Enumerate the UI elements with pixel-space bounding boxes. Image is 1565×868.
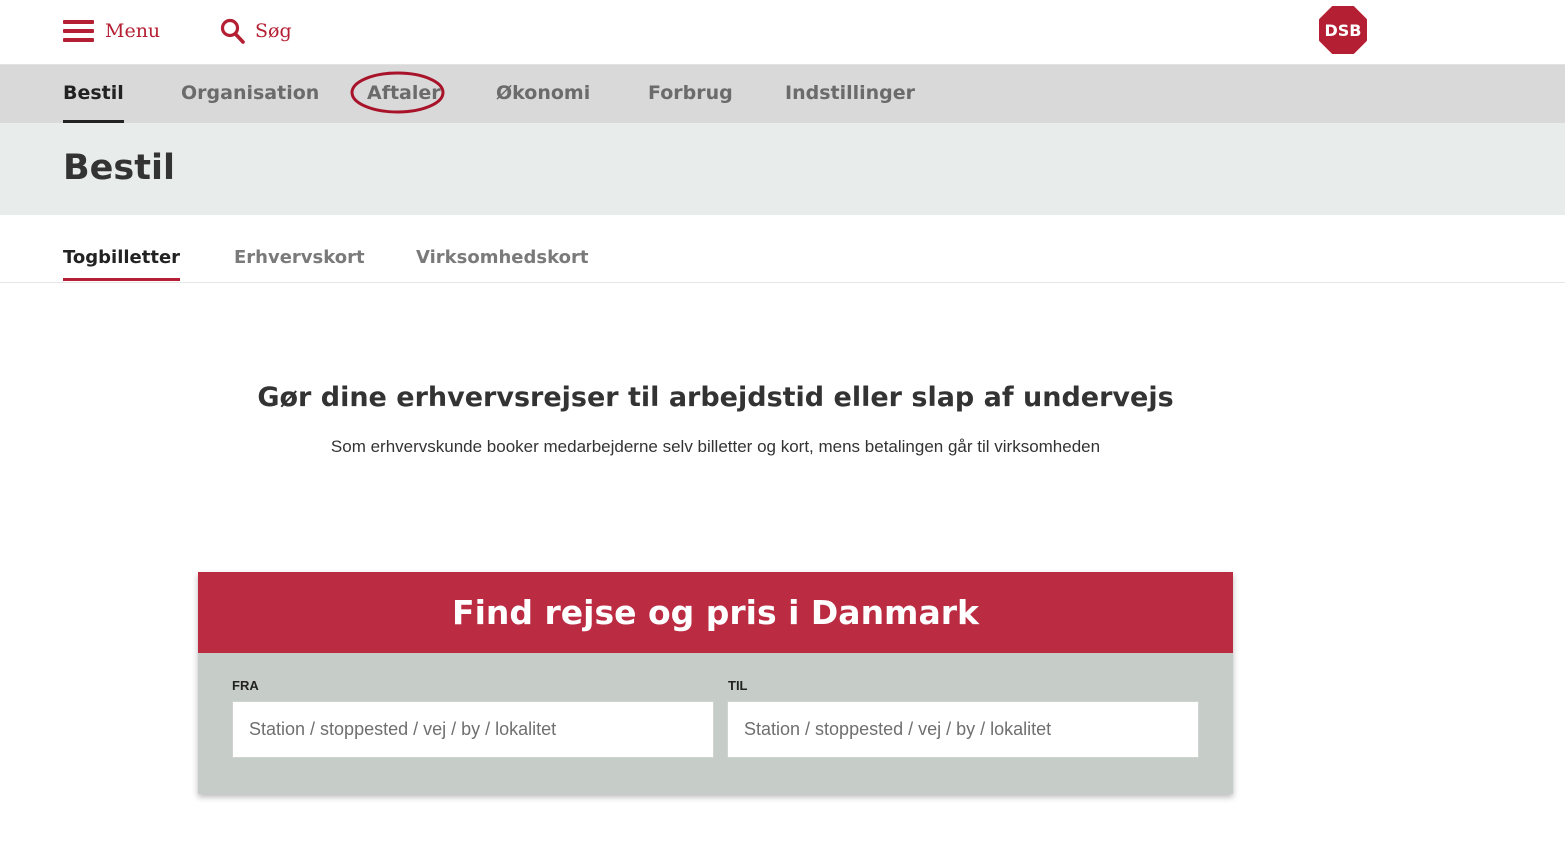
journey-search-form: FRA TIL (198, 653, 1233, 794)
nav-item-organisation[interactable]: Organisation (181, 65, 319, 123)
search-label: Søg (255, 20, 292, 42)
journey-search-header: Find rejse og pris i Danmark (198, 572, 1233, 653)
page-title: Bestil (63, 148, 175, 188)
from-input[interactable] (232, 701, 714, 758)
intro-heading: Gør dine erhvervsrejser til arbejdstid e… (257, 382, 1174, 413)
nav-item-aftaler[interactable]: Aftaler (367, 65, 441, 123)
search-icon (220, 18, 245, 44)
nav-item-forbrug[interactable]: Forbrug (648, 65, 733, 123)
search-button[interactable]: Søg (220, 16, 292, 46)
journey-search-title: Find rejse og pris i Danmark (452, 593, 979, 632)
dsb-logo[interactable]: DSB (1318, 5, 1368, 55)
top-bar: Menu Søg DSB (0, 0, 1565, 65)
main-nav: Bestil Organisation Aftaler Økonomi Forb… (0, 65, 1565, 123)
tab-erhvervskort[interactable]: Erhvervskort (234, 215, 365, 281)
to-input[interactable] (727, 701, 1199, 758)
page-header: Bestil (0, 123, 1565, 215)
nav-item-okonomi[interactable]: Økonomi (496, 65, 590, 123)
hamburger-icon (63, 20, 94, 42)
logo-text: DSB (1325, 21, 1362, 40)
intro-text: Som erhvervskunde booker medarbejderne s… (330, 437, 1101, 456)
nav-item-bestil[interactable]: Bestil (63, 65, 124, 123)
from-label: FRA (232, 678, 259, 693)
menu-label: Menu (105, 20, 161, 42)
sub-nav: Togbilletter Erhvervskort Virksomhedskor… (0, 215, 1565, 283)
nav-item-indstillinger[interactable]: Indstillinger (785, 65, 915, 123)
tab-virksomhedskort[interactable]: Virksomhedskort (416, 215, 588, 281)
tab-togbilletter[interactable]: Togbilletter (63, 215, 181, 281)
journey-search-widget: Find rejse og pris i Danmark FRA TIL (198, 572, 1233, 794)
to-label: TIL (728, 678, 748, 693)
menu-button[interactable]: Menu (63, 16, 160, 46)
